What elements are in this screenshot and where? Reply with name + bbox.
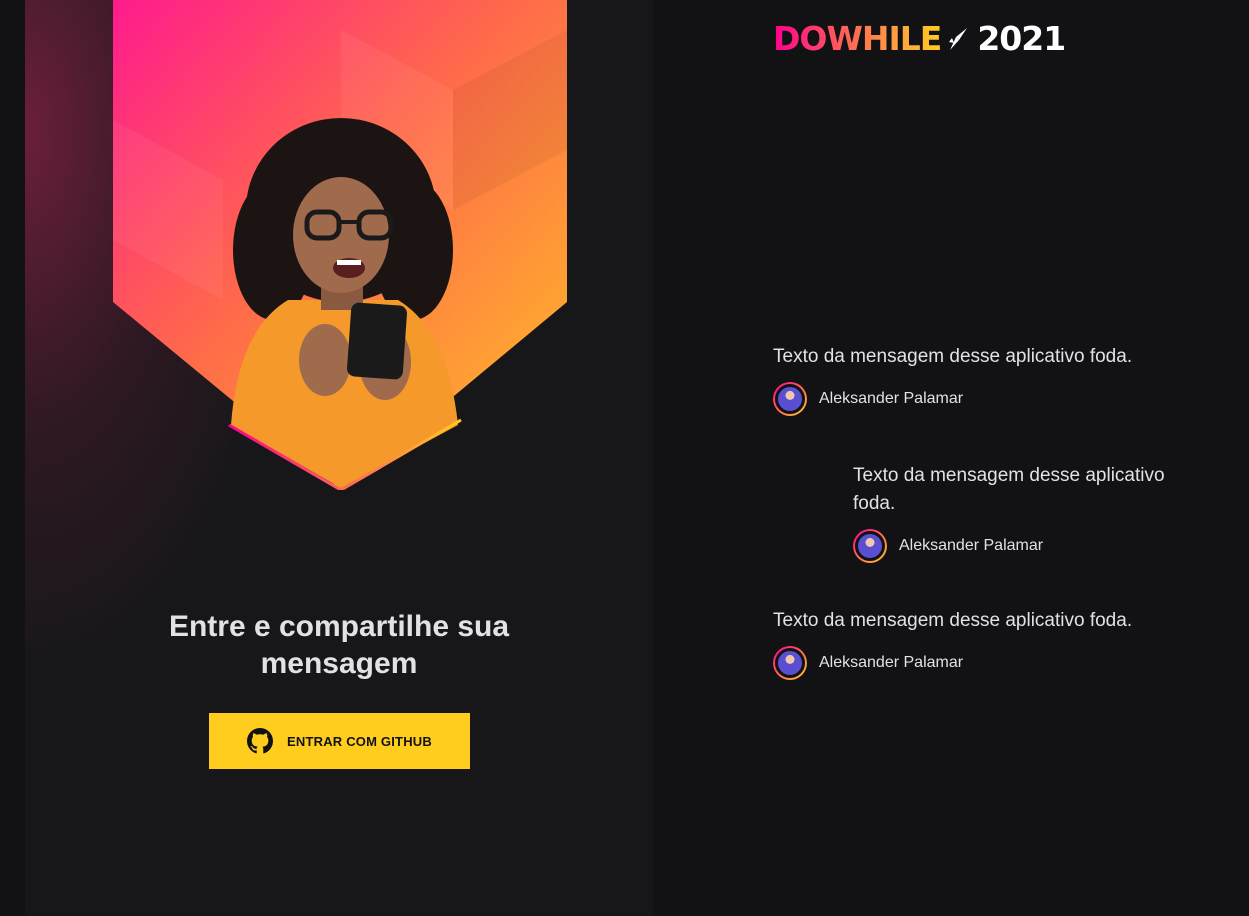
message-item: Texto da mensagem desse aplicativo foda.… bbox=[853, 462, 1193, 563]
avatar bbox=[855, 531, 885, 561]
login-title: Entre e compartilhe sua mensagem bbox=[168, 610, 510, 680]
github-login-button[interactable]: ENTRAR COM GITHUB bbox=[209, 713, 470, 769]
github-login-label: ENTRAR COM GITHUB bbox=[287, 733, 432, 749]
avatar-ring bbox=[853, 529, 887, 563]
avatar bbox=[775, 648, 805, 678]
user-name: Aleksander Palamar bbox=[899, 537, 1044, 554]
message-item: Texto da mensagem desse aplicativo foda.… bbox=[773, 607, 1193, 680]
avatar bbox=[775, 384, 805, 414]
logo-year: 2021 bbox=[977, 19, 1066, 58]
message-user: Aleksander Palamar bbox=[853, 529, 1193, 563]
message-user: Aleksander Palamar bbox=[773, 646, 1193, 680]
app-page: Entre e compartilhe sua mensagem ENTRAR … bbox=[0, 0, 1249, 916]
avatar-ring bbox=[773, 382, 807, 416]
message-text: Texto da mensagem desse aplicativo foda. bbox=[773, 346, 1133, 367]
message-item: Texto da mensagem desse aplicativo foda.… bbox=[773, 343, 1193, 416]
user-name: Aleksander Palamar bbox=[819, 654, 964, 671]
login-panel: Entre e compartilhe sua mensagem ENTRAR … bbox=[25, 0, 653, 916]
message-user: Aleksander Palamar bbox=[773, 382, 1193, 416]
logo-brand: DOWHILE bbox=[773, 19, 942, 58]
hero-illustration bbox=[113, 0, 567, 490]
message-text: Texto da mensagem desse aplicativo foda. bbox=[853, 465, 1165, 514]
avatar-ring bbox=[773, 646, 807, 680]
github-icon bbox=[247, 728, 274, 754]
message-text: Texto da mensagem desse aplicativo foda. bbox=[773, 610, 1133, 631]
dowhile-logo: DOWHILE 2021 bbox=[773, 22, 1103, 56]
user-name: Aleksander Palamar bbox=[819, 390, 964, 407]
rocket-icon bbox=[949, 28, 968, 50]
